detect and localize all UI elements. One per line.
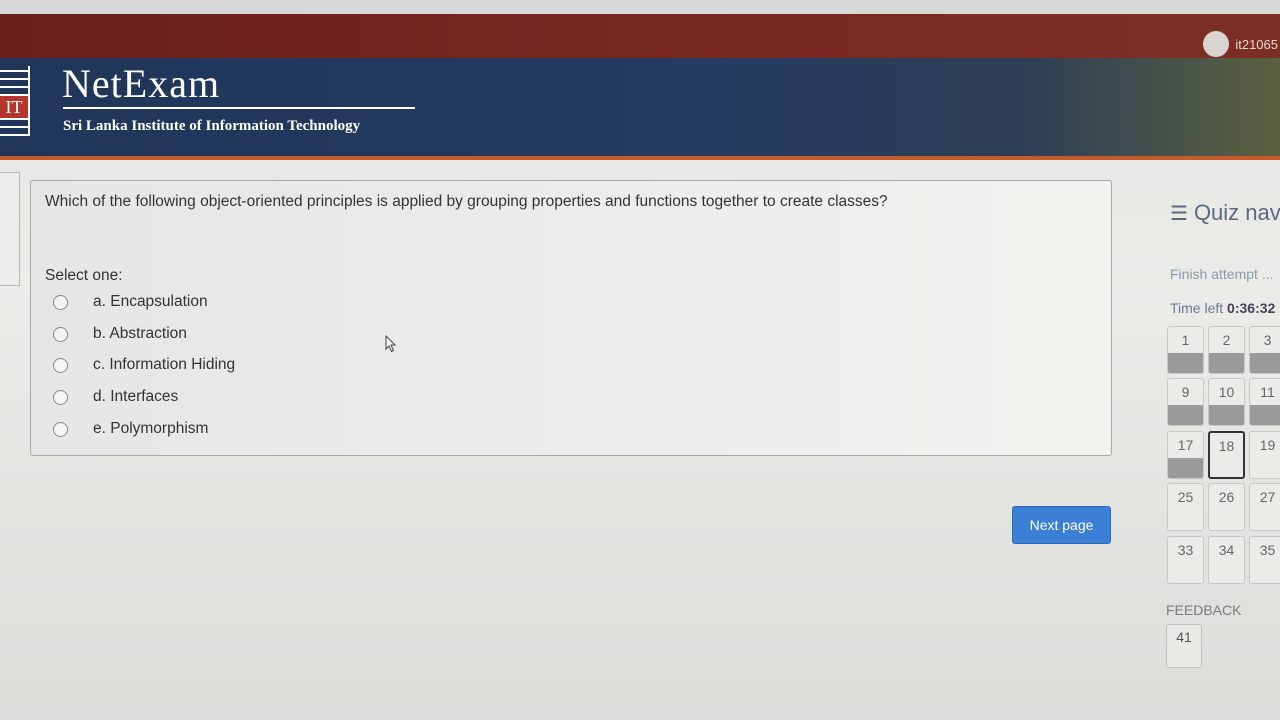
qnav-number: 9 bbox=[1181, 384, 1190, 400]
qnav-number: 2 bbox=[1222, 332, 1231, 348]
brand-title: NetExam bbox=[62, 61, 221, 106]
user-name[interactable]: it21065 bbox=[1235, 37, 1278, 52]
option-a[interactable]: a. Encapsulation bbox=[53, 290, 208, 314]
radio-button[interactable] bbox=[53, 326, 68, 342]
qnav-button-9[interactable]: 9 bbox=[1167, 378, 1204, 426]
answered-indicator bbox=[1168, 405, 1203, 425]
qnav-button-19[interactable]: 19 bbox=[1249, 431, 1280, 479]
feedback-number: 41 bbox=[1176, 629, 1192, 645]
answered-indicator bbox=[1209, 405, 1244, 425]
option-label[interactable]: e. Polymorphism bbox=[93, 420, 208, 438]
qnav-number: 11 bbox=[1260, 384, 1275, 400]
qnav-number: 1 bbox=[1181, 332, 1190, 348]
hamburger-menu-icon[interactable]: ☰ bbox=[1170, 201, 1188, 226]
radio-button[interactable] bbox=[53, 294, 68, 310]
qnav-number: 33 bbox=[1177, 542, 1194, 558]
qnav-number: 10 bbox=[1218, 384, 1235, 400]
qnav-number: 18 bbox=[1218, 438, 1235, 454]
feedback-button[interactable]: 41 bbox=[1166, 624, 1202, 668]
radio-button[interactable] bbox=[53, 421, 68, 437]
sliit-logo[interactable]: IT bbox=[0, 66, 30, 136]
question-info-panel bbox=[0, 172, 20, 286]
qnav-button-25[interactable]: 25 bbox=[1167, 483, 1204, 531]
brand-subtitle: Sri Lanka Institute of Information Techn… bbox=[63, 118, 361, 134]
qnav-number: 27 bbox=[1259, 489, 1276, 505]
radio-button[interactable] bbox=[53, 357, 68, 373]
answered-indicator bbox=[1209, 353, 1244, 373]
qnav-button-34[interactable]: 34 bbox=[1208, 536, 1245, 584]
option-b[interactable]: b. Abstraction bbox=[53, 322, 187, 346]
time-left-value: 0:36:32 bbox=[1227, 300, 1276, 316]
browser-top-strip bbox=[0, 0, 1280, 14]
feedback-label: FEEDBACK bbox=[1166, 602, 1242, 618]
question-card: Which of the following object-oriented p… bbox=[30, 180, 1112, 456]
qnav-button-18[interactable]: 18 bbox=[1208, 431, 1245, 479]
qnav-button-10[interactable]: 10 bbox=[1208, 378, 1245, 426]
qnav-button-35[interactable]: 35 bbox=[1249, 536, 1280, 584]
brand-divider bbox=[63, 107, 415, 109]
qnav-number: 19 bbox=[1259, 437, 1276, 453]
qnav-button-3[interactable]: 3 bbox=[1249, 326, 1280, 374]
logo-it-text: IT bbox=[0, 96, 28, 118]
qnav-number: 34 bbox=[1218, 542, 1235, 558]
answered-indicator bbox=[1250, 353, 1280, 373]
finish-attempt-link[interactable]: Finish attempt ... bbox=[1170, 266, 1273, 282]
avatar[interactable] bbox=[1203, 31, 1230, 57]
quiz-nav-title[interactable]: ☰ Quiz nav bbox=[1170, 200, 1280, 226]
option-d[interactable]: d. Interfaces bbox=[53, 385, 178, 409]
time-left-label: Time left bbox=[1170, 300, 1224, 316]
qnav-number: 25 bbox=[1177, 489, 1194, 505]
answered-indicator bbox=[1168, 458, 1203, 478]
option-label[interactable]: c. Information Hiding bbox=[93, 356, 235, 374]
qnav-number: 35 bbox=[1259, 542, 1276, 558]
mouse-cursor-icon bbox=[385, 335, 397, 353]
quiz-navigation-panel: ☰ Quiz nav Finish attempt ... Time left … bbox=[1160, 178, 1280, 698]
qnav-number: 17 bbox=[1177, 437, 1194, 453]
option-label[interactable]: d. Interfaces bbox=[93, 388, 178, 406]
select-one-prompt: Select one: bbox=[45, 267, 123, 284]
qnav-button-1[interactable]: 1 bbox=[1167, 326, 1204, 374]
qnav-button-11[interactable]: 11 bbox=[1249, 378, 1280, 426]
qnav-button-2[interactable]: 2 bbox=[1208, 326, 1245, 374]
qnav-button-27[interactable]: 27 bbox=[1249, 483, 1280, 531]
question-text: Which of the following object-oriented p… bbox=[45, 193, 888, 210]
time-left: Time left 0:36:32 bbox=[1170, 300, 1275, 316]
option-c[interactable]: c. Information Hiding bbox=[53, 353, 235, 377]
answered-indicator bbox=[1168, 353, 1203, 373]
qnav-button-26[interactable]: 26 bbox=[1208, 483, 1245, 531]
next-page-button[interactable]: Next page bbox=[1012, 506, 1111, 544]
user-menu[interactable]: it21065 bbox=[1203, 30, 1280, 58]
top-bar bbox=[0, 14, 1280, 58]
radio-button[interactable] bbox=[53, 389, 68, 405]
option-e[interactable]: e. Polymorphism bbox=[53, 417, 208, 441]
qnav-button-33[interactable]: 33 bbox=[1167, 536, 1204, 584]
option-label[interactable]: a. Encapsulation bbox=[93, 293, 208, 311]
quiz-nav-title-text: Quiz nav bbox=[1193, 200, 1280, 225]
answered-indicator bbox=[1250, 405, 1280, 425]
qnav-button-17[interactable]: 17 bbox=[1167, 431, 1204, 479]
qnav-number: 3 bbox=[1263, 332, 1272, 348]
qnav-number: 26 bbox=[1218, 489, 1235, 505]
option-label[interactable]: b. Abstraction bbox=[93, 325, 187, 343]
